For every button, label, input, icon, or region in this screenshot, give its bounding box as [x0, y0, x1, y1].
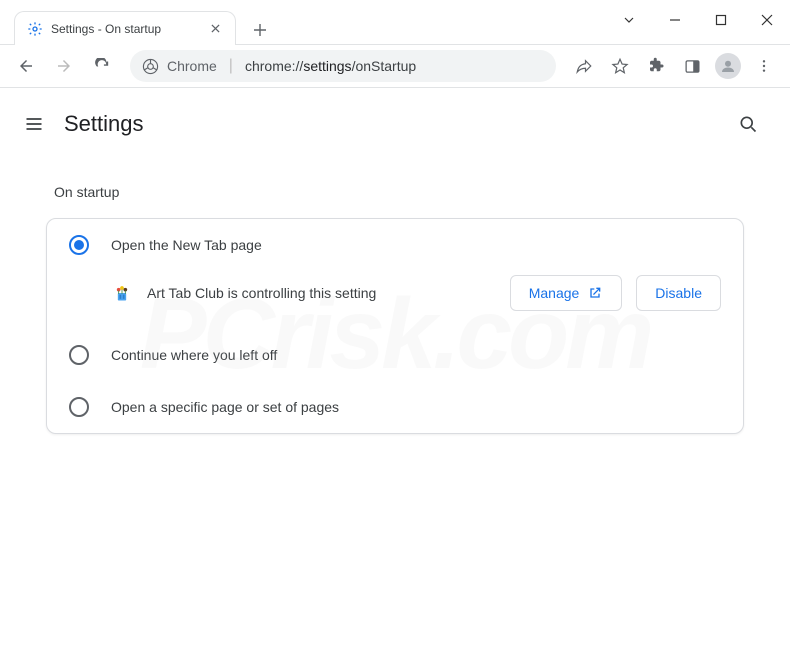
disable-button[interactable]: Disable: [636, 275, 721, 311]
maximize-button[interactable]: [698, 0, 744, 40]
new-tab-button[interactable]: [246, 16, 274, 44]
disable-label: Disable: [655, 285, 702, 301]
forward-button[interactable]: [48, 50, 80, 82]
omnibox-url: chrome://settings/onStartup: [245, 58, 416, 74]
window-dropdown-icon[interactable]: [606, 0, 652, 40]
option-label: Open the New Tab page: [111, 237, 262, 253]
settings-content: On startup Open the New Tab page: [0, 184, 790, 434]
option-label: Continue where you left off: [111, 347, 277, 363]
control-message: Art Tab Club is controlling this setting: [147, 285, 496, 301]
close-window-button[interactable]: [744, 0, 790, 40]
tab-close-icon[interactable]: [207, 21, 223, 37]
reload-button[interactable]: [86, 50, 118, 82]
search-settings-icon[interactable]: [728, 104, 768, 144]
toolbar-actions: [568, 50, 780, 82]
section-title: On startup: [54, 184, 744, 200]
bookmark-icon[interactable]: [604, 50, 636, 82]
browser-tab[interactable]: Settings - On startup: [14, 11, 236, 45]
back-button[interactable]: [10, 50, 42, 82]
radio-unselected-icon[interactable]: [69, 397, 89, 417]
browser-toolbar: Chrome | chrome://settings/onStartup: [0, 44, 790, 88]
option-new-tab[interactable]: Open the New Tab page: [47, 219, 743, 271]
extension-app-icon: [111, 282, 133, 304]
open-external-icon: [587, 285, 603, 301]
address-bar[interactable]: Chrome | chrome://settings/onStartup: [130, 50, 556, 82]
startup-options-card: Open the New Tab page Art Tab Club is co…: [46, 218, 744, 434]
window-controls: [606, 0, 790, 40]
omnibox-separator: |: [229, 57, 233, 75]
radio-selected-icon[interactable]: [69, 235, 89, 255]
chrome-menu-icon[interactable]: [748, 50, 780, 82]
radio-unselected-icon[interactable]: [69, 345, 89, 365]
option-continue[interactable]: Continue where you left off: [47, 329, 743, 381]
settings-favicon-icon: [27, 21, 43, 37]
option-label: Open a specific page or set of pages: [111, 399, 339, 415]
hamburger-menu-icon[interactable]: [22, 112, 46, 136]
settings-header: Settings: [0, 88, 790, 160]
sidepanel-icon[interactable]: [676, 50, 708, 82]
profile-avatar[interactable]: [712, 50, 744, 82]
extension-control-banner: Art Tab Club is controlling this setting…: [47, 271, 743, 329]
tab-title: Settings - On startup: [51, 22, 199, 36]
extensions-icon[interactable]: [640, 50, 672, 82]
manage-button[interactable]: Manage: [510, 275, 623, 311]
manage-label: Manage: [529, 285, 580, 301]
share-icon[interactable]: [568, 50, 600, 82]
minimize-button[interactable]: [652, 0, 698, 40]
option-specific-page[interactable]: Open a specific page or set of pages: [47, 381, 743, 433]
chrome-logo-icon: [142, 58, 159, 75]
page-title: Settings: [64, 111, 728, 137]
omnibox-prefix: Chrome: [167, 58, 217, 74]
